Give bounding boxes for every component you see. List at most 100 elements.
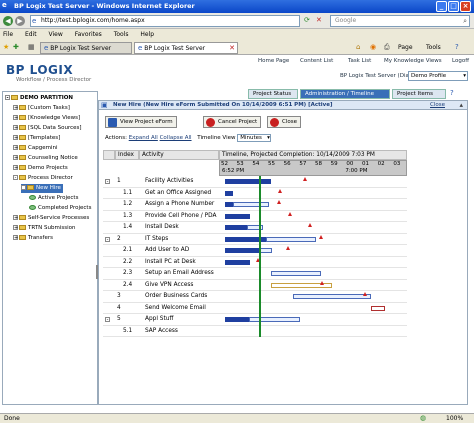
row-activity[interactable]: Get an Office Assigned xyxy=(145,190,211,196)
minimize-button[interactable]: _ xyxy=(436,1,447,12)
content-list-link[interactable]: Content List xyxy=(300,58,333,64)
expand-all-link[interactable]: Expand All xyxy=(129,135,158,141)
expand-icon[interactable]: + xyxy=(13,215,18,221)
collapse-icon[interactable]: - xyxy=(105,317,110,323)
tree-item[interactable]: + TRTN Submission xyxy=(13,224,75,233)
browser-tab-2[interactable]: e BP Logix Test Server ✕ xyxy=(134,42,238,54)
tab-project-status[interactable]: Project Status xyxy=(248,89,298,99)
tree-item[interactable]: + Transfers xyxy=(13,234,53,243)
expand-icon[interactable]: + xyxy=(13,115,18,121)
expand-icon[interactable]: + xyxy=(13,105,18,111)
gantt-bar-planned[interactable] xyxy=(292,294,371,299)
logoff-link[interactable]: Logoff xyxy=(452,58,469,64)
expand-icon[interactable]: + xyxy=(13,155,18,161)
tools-menu[interactable]: Tools xyxy=(426,44,441,51)
row-activity[interactable]: Send Welcome Email xyxy=(145,305,206,311)
close-button[interactable]: Close xyxy=(267,116,301,128)
tab-administration-timeline[interactable]: Administration / Timeline xyxy=(300,89,390,99)
row-activity[interactable]: Provide Cell Phone / PDA xyxy=(145,213,216,219)
maximize-button[interactable]: □ xyxy=(448,1,459,12)
tree-item[interactable]: + Demo Projects xyxy=(13,164,68,173)
gantt-bar-completed[interactable] xyxy=(225,259,251,265)
row-activity[interactable]: Install Desk xyxy=(145,224,179,230)
search-icon[interactable]: ⌕ xyxy=(463,17,467,26)
help-circle-icon[interactable]: ? xyxy=(450,89,454,98)
task-list-link[interactable]: Task List xyxy=(348,58,371,64)
view-project-eform-button[interactable]: View Project eForm xyxy=(105,116,177,128)
tree-item[interactable]: + [Templates] xyxy=(13,134,60,143)
panel-close-link[interactable]: Close xyxy=(430,101,445,110)
collapse-icon[interactable]: - xyxy=(105,236,110,242)
menu-help[interactable]: Help xyxy=(140,31,154,38)
expand-icon[interactable]: + xyxy=(13,145,18,151)
collapse-icon[interactable]: - xyxy=(21,185,26,191)
tree-item[interactable]: + Capgemini xyxy=(13,144,57,153)
menu-file[interactable]: File xyxy=(3,31,13,38)
home-page-link[interactable]: Home Page xyxy=(258,58,289,64)
gantt-bar-completed[interactable] xyxy=(225,248,260,253)
url-input[interactable]: e http://test.bplogix.com/home.aspx xyxy=(30,15,300,27)
row-activity[interactable]: Facility Activities xyxy=(145,178,193,184)
row-activity[interactable]: Add User to AD xyxy=(145,247,189,253)
close-window-button[interactable]: × xyxy=(460,1,471,12)
row-activity[interactable]: Order Business Cards xyxy=(145,293,207,299)
gantt-bar-planned[interactable] xyxy=(266,236,317,242)
row-activity[interactable]: Install PC at Desk xyxy=(145,259,196,265)
row-activity[interactable]: Setup an Email Address xyxy=(145,270,214,276)
tree-item[interactable]: + [SQL Data Sources] xyxy=(13,124,82,133)
expand-icon[interactable]: + xyxy=(13,235,18,241)
favorites-star-icon[interactable]: ★ xyxy=(3,43,9,52)
feeds-icon[interactable]: ◉ xyxy=(370,43,376,52)
menu-edit[interactable]: Edit xyxy=(25,31,37,38)
gantt-bar-completed[interactable] xyxy=(225,202,234,207)
collapse-icon[interactable]: - xyxy=(105,179,110,185)
collapse-icon[interactable]: - xyxy=(5,95,10,101)
tree-item[interactable]: - New Hire xyxy=(21,184,63,193)
profile-select[interactable]: Demo Profile ▾ xyxy=(408,71,468,81)
expand-icon[interactable]: + xyxy=(13,165,18,171)
tree-item[interactable]: + Counseling Notice xyxy=(13,154,78,163)
browser-tab-1[interactable]: e BP Logix Test Server xyxy=(40,42,132,54)
tab-close-icon[interactable]: ✕ xyxy=(229,44,235,53)
home-icon[interactable]: ⌂ xyxy=(356,43,360,52)
row-activity[interactable]: Assign a Phone Number xyxy=(145,201,214,207)
back-icon[interactable]: ◀ xyxy=(3,16,13,26)
expand-icon[interactable]: + xyxy=(13,135,18,141)
print-icon[interactable]: ⎙ xyxy=(384,43,390,52)
row-activity[interactable]: Give VPN Access xyxy=(145,282,193,288)
gantt-bar-completed[interactable] xyxy=(225,179,271,184)
tree-item[interactable]: + [Knowledge Views] xyxy=(13,114,80,123)
search-input[interactable]: Google ⌕ xyxy=(330,15,470,27)
forward-icon[interactable]: ▶ xyxy=(15,16,25,26)
menu-favorites[interactable]: Favorites xyxy=(75,31,102,38)
tab-project-items[interactable]: Project Items xyxy=(392,89,446,99)
gantt-bar-planned[interactable] xyxy=(270,271,321,276)
gantt-bar-completed[interactable] xyxy=(225,317,249,322)
zoom-level[interactable]: 100% xyxy=(446,415,463,422)
tree-item[interactable]: Active Projects xyxy=(29,194,78,203)
gantt-bar-planned[interactable] xyxy=(259,248,273,253)
collapse-panel-icon[interactable]: ▴ xyxy=(459,101,463,110)
expand-icon[interactable]: + xyxy=(13,125,18,131)
row-activity[interactable]: Appl Stuff xyxy=(145,316,173,322)
gantt-bar-planned[interactable] xyxy=(233,202,270,207)
menu-view[interactable]: View xyxy=(49,31,63,38)
menu-tools[interactable]: Tools xyxy=(114,31,129,38)
cancel-project-button[interactable]: Cancel Project xyxy=(203,116,262,128)
add-favorite-icon[interactable]: ✚ xyxy=(13,43,19,52)
tree-item[interactable]: Completed Projects xyxy=(29,204,91,213)
row-activity[interactable]: IT Steps xyxy=(145,236,168,242)
row-activity[interactable]: SAP Access xyxy=(145,328,178,334)
stop-icon[interactable]: ✕ xyxy=(316,16,322,25)
gantt-bar-critical[interactable] xyxy=(370,305,386,311)
expand-icon[interactable]: + xyxy=(13,225,18,231)
quick-tabs-icon[interactable]: ▦ xyxy=(28,43,35,52)
timeline-view-select[interactable]: Minutes ▾ xyxy=(237,134,271,142)
gantt-bar-completed[interactable] xyxy=(225,213,251,219)
tree-item[interactable]: + [Custom Tasks] xyxy=(13,104,70,113)
help-icon[interactable]: ? xyxy=(455,43,459,52)
collapse-all-link[interactable]: Collapse All xyxy=(160,135,192,141)
tree-root[interactable]: - DEMO PARTITION xyxy=(5,94,73,103)
collapse-icon[interactable]: - xyxy=(13,175,18,181)
gantt-bar-completed[interactable] xyxy=(225,190,234,196)
